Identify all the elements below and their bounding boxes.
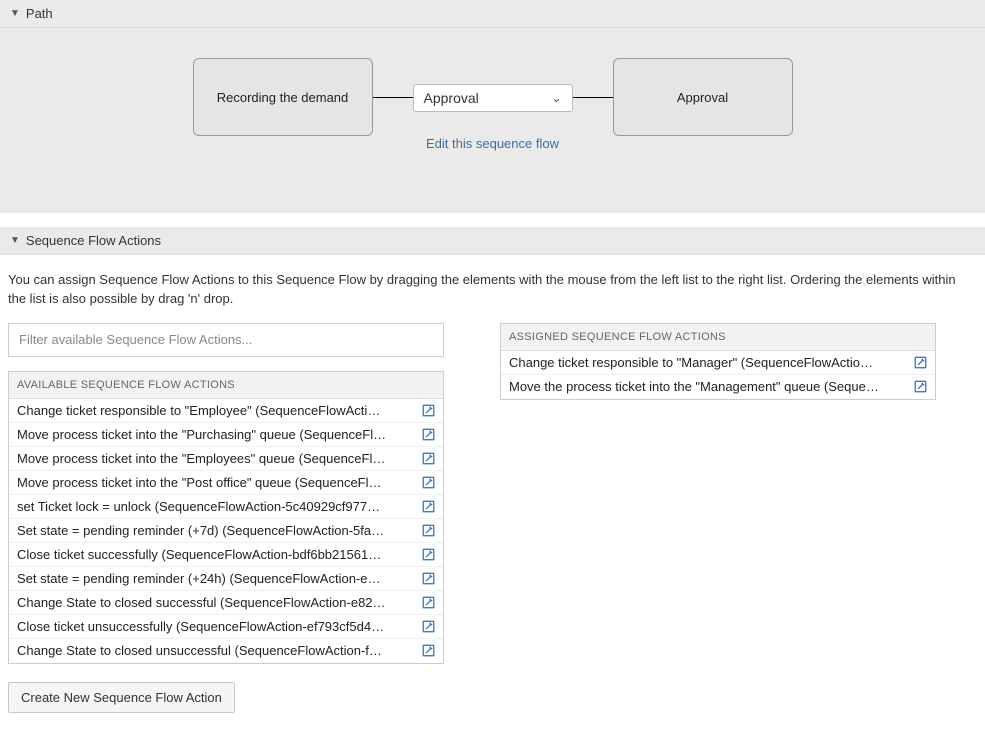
available-action-row[interactable]: Set state = pending reminder (+7d) (Sequ… (9, 519, 443, 543)
edit-icon[interactable] (422, 428, 435, 441)
available-action-row[interactable]: Change State to closed unsuccessful (Seq… (9, 639, 443, 663)
assigned-col: ASSIGNED SEQUENCE FLOW ACTIONS Change ti… (500, 323, 936, 400)
edit-icon[interactable] (422, 644, 435, 657)
filter-input[interactable] (8, 323, 444, 357)
available-action-row[interactable]: Move process ticket into the "Employees"… (9, 447, 443, 471)
actions-panel-body: You can assign Sequence Flow Actions to … (0, 255, 985, 733)
assigned-action-row-label: Change ticket responsible to "Manager" (… (509, 355, 879, 370)
sequence-flow-select[interactable]: Approval ⌄ (413, 84, 573, 112)
available-action-row-label: Set state = pending reminder (+24h) (Seq… (17, 571, 387, 586)
available-action-row-label: Move process ticket into the "Employees"… (17, 451, 387, 466)
flow-row: Recording the demand Approval ⌄ Edit thi… (10, 58, 975, 151)
available-action-row[interactable]: Set state = pending reminder (+24h) (Seq… (9, 567, 443, 591)
available-list-panel: AVAILABLE SEQUENCE FLOW ACTIONS Change t… (8, 371, 444, 664)
available-col: AVAILABLE SEQUENCE FLOW ACTIONS Change t… (8, 323, 444, 713)
flow-start-box[interactable]: Recording the demand (193, 58, 373, 136)
available-action-row[interactable]: Move process ticket into the "Purchasing… (9, 423, 443, 447)
available-list[interactable]: Change ticket responsible to "Employee" … (9, 399, 443, 663)
available-action-row-label: Change State to closed successful (Seque… (17, 595, 387, 610)
create-new-action-button[interactable]: Create New Sequence Flow Action (8, 682, 235, 713)
available-action-row-label: Close ticket unsuccessfully (SequenceFlo… (17, 619, 387, 634)
edit-icon[interactable] (422, 476, 435, 489)
flow-end-label: Approval (677, 90, 728, 105)
available-list-header: AVAILABLE SEQUENCE FLOW ACTIONS (9, 372, 443, 399)
available-action-row-label: set Ticket lock = unlock (SequenceFlowAc… (17, 499, 387, 514)
chevron-down-icon: ⌄ (551, 91, 561, 105)
actions-panel-title: Sequence Flow Actions (26, 233, 161, 248)
caret-down-icon: ▼ (10, 235, 20, 246)
available-action-row-label: Change ticket responsible to "Employee" … (17, 403, 387, 418)
assigned-list[interactable]: Change ticket responsible to "Manager" (… (501, 351, 935, 399)
assigned-action-row[interactable]: Change ticket responsible to "Manager" (… (501, 351, 935, 375)
flow-connector-line (573, 97, 613, 98)
sequence-flow-select-value: Approval (424, 90, 479, 106)
edit-icon[interactable] (914, 356, 927, 369)
edit-icon[interactable] (422, 452, 435, 465)
edit-icon[interactable] (422, 404, 435, 417)
flow-end-box[interactable]: Approval (613, 58, 793, 136)
available-action-row-label: Move process ticket into the "Post offic… (17, 475, 387, 490)
edit-icon[interactable] (422, 596, 435, 609)
available-action-row[interactable]: Move process ticket into the "Post offic… (9, 471, 443, 495)
edit-icon[interactable] (422, 524, 435, 537)
edit-icon[interactable] (422, 572, 435, 585)
path-panel-title: Path (26, 6, 53, 21)
edit-icon[interactable] (422, 620, 435, 633)
available-action-row-label: Move process ticket into the "Purchasing… (17, 427, 387, 442)
available-action-row[interactable]: set Ticket lock = unlock (SequenceFlowAc… (9, 495, 443, 519)
edit-icon[interactable] (914, 380, 927, 393)
actions-instruction: You can assign Sequence Flow Actions to … (8, 271, 977, 309)
caret-down-icon: ▼ (10, 8, 20, 19)
assigned-action-row-label: Move the process ticket into the "Manage… (509, 379, 879, 394)
edit-icon[interactable] (422, 500, 435, 513)
available-action-row[interactable]: Close ticket unsuccessfully (SequenceFlo… (9, 615, 443, 639)
edit-sequence-flow-link[interactable]: Edit this sequence flow (426, 136, 559, 151)
actions-two-col: AVAILABLE SEQUENCE FLOW ACTIONS Change t… (8, 323, 977, 713)
assigned-list-panel: ASSIGNED SEQUENCE FLOW ACTIONS Change ti… (500, 323, 936, 400)
available-action-row[interactable]: Close ticket successfully (SequenceFlowA… (9, 543, 443, 567)
available-action-row[interactable]: Change State to closed successful (Seque… (9, 591, 443, 615)
edit-icon[interactable] (422, 548, 435, 561)
flow-select-wrap: Approval ⌄ Edit this sequence flow (413, 84, 573, 151)
available-action-row[interactable]: Change ticket responsible to "Employee" … (9, 399, 443, 423)
path-panel-body: Recording the demand Approval ⌄ Edit thi… (0, 28, 985, 213)
flow-start-label: Recording the demand (217, 90, 349, 105)
flow-connector-line (373, 97, 413, 98)
assigned-list-header: ASSIGNED SEQUENCE FLOW ACTIONS (501, 324, 935, 351)
path-panel-header[interactable]: ▼ Path (0, 0, 985, 28)
available-action-row-label: Change State to closed unsuccessful (Seq… (17, 643, 387, 658)
actions-panel-header[interactable]: ▼ Sequence Flow Actions (0, 227, 985, 255)
available-action-row-label: Set state = pending reminder (+7d) (Sequ… (17, 523, 387, 538)
available-action-row-label: Close ticket successfully (SequenceFlowA… (17, 547, 387, 562)
assigned-action-row[interactable]: Move the process ticket into the "Manage… (501, 375, 935, 399)
